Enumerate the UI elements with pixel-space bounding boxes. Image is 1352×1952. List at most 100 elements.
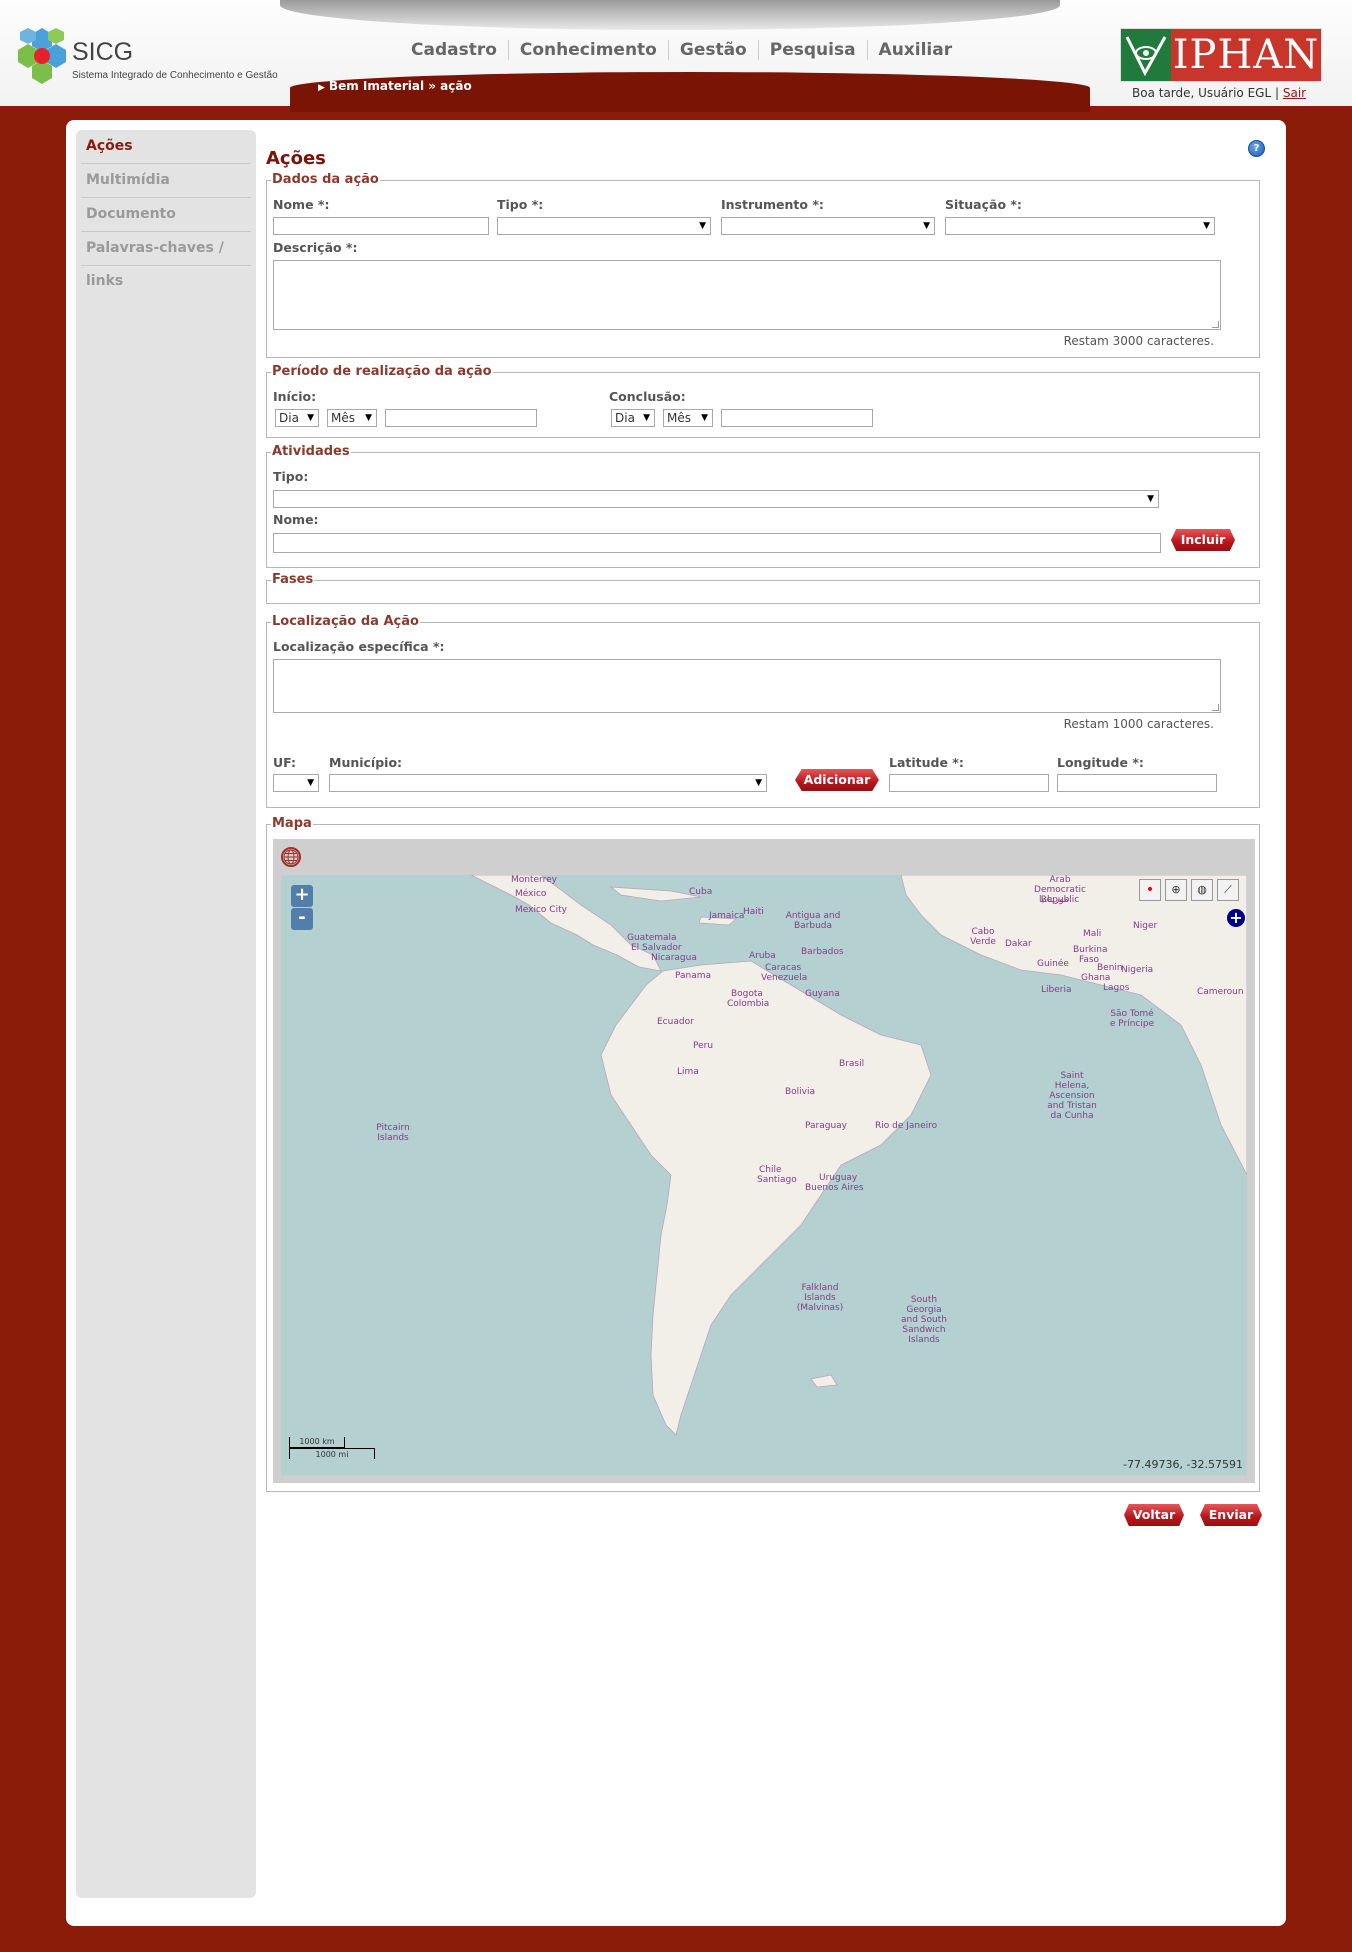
fases-fieldset: Fases (266, 572, 1260, 604)
map-label: Niger (1133, 921, 1158, 931)
map-label: Bolivia (785, 1087, 816, 1097)
sidebar-item-documento[interactable]: Documento (81, 198, 251, 232)
map-label: Rio de Janeiro (875, 1121, 938, 1131)
nav-pesquisa[interactable]: Pesquisa (759, 40, 868, 60)
instrumento-select[interactable]: ▼ (721, 217, 935, 235)
voltar-button[interactable]: Voltar (1124, 1504, 1184, 1526)
conclusao-label: Conclusão: (609, 389, 686, 404)
map-label: Buenos Aires (805, 1183, 864, 1193)
descricao-textarea[interactable] (273, 260, 1221, 330)
conclusao-mes-value: Mês (667, 411, 691, 425)
map-container: + - • ⊕ ◍ ⟋ + Monterrey México Mexico Ci… (273, 839, 1255, 1483)
chevron-down-icon: ▼ (1203, 221, 1210, 231)
atividades-legend: Atividades (271, 444, 351, 460)
map-label: Ecuador (657, 1017, 694, 1027)
periodo-legend: Período de realização da ação (271, 364, 493, 380)
conclusao-mes-select[interactable]: Mês ▼ (663, 409, 713, 427)
instrumento-label: Instrumento *: (721, 197, 824, 212)
breadcrumb-arrow-icon: ▶ (318, 83, 325, 93)
chevron-down-icon: ▼ (365, 413, 372, 423)
map-label: Guinée (1037, 959, 1069, 969)
longitude-input[interactable] (1057, 774, 1217, 792)
map-label: Benin (1097, 963, 1123, 973)
localizacao-especifica-textarea[interactable] (273, 659, 1221, 713)
sidebar: Ações Multimídia Documento Palavras-chav… (76, 130, 256, 1898)
enviar-button[interactable]: Enviar (1200, 1504, 1262, 1526)
tipo-select[interactable]: ▼ (497, 217, 711, 235)
chevron-down-icon: ▼ (307, 413, 314, 423)
header-decor-band (280, 0, 1060, 30)
mouse-coordinates: -77.49736, -32.57591 (1123, 1458, 1243, 1471)
nav-auxiliar[interactable]: Auxiliar (868, 40, 964, 60)
nav-conhecimento[interactable]: Conhecimento (509, 40, 669, 60)
atividade-nome-label: Nome: (273, 512, 319, 527)
inicio-label: Início: (273, 389, 317, 404)
zoom-out-button[interactable]: - (291, 908, 313, 930)
nav-cadastro[interactable]: Cadastro (400, 40, 509, 60)
conclusao-dia-select[interactable]: Dia ▼ (611, 409, 655, 427)
map-label: Barbados (801, 947, 844, 957)
inicio-ano-input[interactable] (385, 409, 537, 427)
zoom-in-button[interactable]: + (291, 885, 313, 907)
map-scale: 1000 km 1000 mi (289, 1437, 375, 1459)
sicg-logo[interactable]: SICG Sistema Integrado de Conhecimento e… (14, 26, 278, 88)
mapa-fieldset: Mapa + - • ⊕ ◍ ⟋ + Monterrey México Mexi… (266, 816, 1260, 1492)
atividade-tipo-select[interactable]: ▼ (273, 490, 1159, 508)
nome-label: Nome *: (273, 197, 330, 212)
greeting-text: Boa tarde, Usuário EGL (1132, 86, 1272, 100)
map-label: Jamaica (709, 911, 745, 921)
inicio-mes-select[interactable]: Mês ▼ (327, 409, 377, 427)
globe-icon[interactable] (281, 847, 301, 867)
map-label: Monterrey (511, 875, 557, 885)
inicio-dia-select[interactable]: Dia ▼ (275, 409, 319, 427)
map-label: Falkland Islands (Malvinas) (796, 1283, 844, 1313)
adicionar-button[interactable]: Adicionar (795, 769, 879, 791)
map-view[interactable]: + - • ⊕ ◍ ⟋ + Monterrey México Mexico Ci… (281, 875, 1247, 1475)
uf-label: UF: (273, 755, 297, 770)
chevron-down-icon: ▼ (701, 413, 708, 423)
iphan-logo-text: IPHAN (1171, 29, 1321, 81)
greeting-separator: | (1274, 86, 1280, 100)
dados-legend: Dados da ação (271, 172, 380, 188)
map-label: Uruguay (819, 1173, 858, 1183)
sidebar-item-acoes[interactable]: Ações (81, 130, 251, 164)
main-nav: Cadastro Conhecimento Gestão Pesquisa Au… (400, 40, 963, 60)
localizacao-counter: Restam 1000 caracteres. (1063, 717, 1214, 731)
zoom-box-icon[interactable]: ⊕ (1165, 879, 1187, 901)
situacao-select[interactable]: ▼ (945, 217, 1215, 235)
atividade-nome-input[interactable] (273, 533, 1161, 553)
sidebar-item-palavras-chaves[interactable]: Palavras-chaves / links (81, 232, 251, 289)
map-label: Lagos (1103, 983, 1130, 993)
breadcrumb: ▶ Bem Imaterial » ação (318, 79, 472, 93)
sidebar-item-multimidia[interactable]: Multimídia (81, 164, 251, 198)
point-tool-icon[interactable]: • (1139, 879, 1161, 901)
nome-input[interactable] (273, 217, 489, 235)
brand-subtitle: Sistema Integrado de Conhecimento e Gest… (72, 70, 278, 81)
user-greeting: Boa tarde, Usuário EGL | Sair (1132, 86, 1306, 100)
map-label: Mali (1083, 929, 1102, 939)
map-label: Cameroun (1197, 987, 1244, 997)
map-label: Caracas (765, 963, 802, 973)
help-icon[interactable]: ? (1248, 140, 1265, 157)
map-label: موريتانيا (1039, 895, 1069, 905)
measure-icon[interactable]: ⟋ (1217, 879, 1239, 901)
iphan-logo[interactable]: IPHAN (1120, 28, 1322, 82)
map-label: Antigua and Barbuda (785, 911, 841, 931)
conclusao-dia-value: Dia (615, 411, 635, 425)
map-label: Aruba (749, 951, 776, 961)
world-view-icon[interactable]: ◍ (1191, 879, 1213, 901)
site-header: SICG Sistema Integrado de Conhecimento e… (0, 0, 1352, 112)
nav-gestao[interactable]: Gestão (669, 40, 759, 60)
municipio-select[interactable]: ▼ (329, 774, 767, 792)
logout-link[interactable]: Sair (1283, 86, 1306, 100)
map-label: México (515, 889, 547, 899)
periodo-fieldset: Período de realização da ação Início: Di… (266, 364, 1260, 438)
layer-switcher-icon[interactable]: + (1227, 909, 1245, 927)
conclusao-ano-input[interactable] (721, 409, 873, 427)
page-title: Ações (266, 148, 326, 169)
dados-fieldset: Dados da ação Nome *: Tipo *: ▼ Instrume… (266, 172, 1260, 358)
localizacao-fieldset: Localização da Ação Localização específi… (266, 614, 1260, 808)
incluir-button[interactable]: Incluir (1171, 529, 1235, 551)
uf-select[interactable]: ▼ (273, 774, 319, 792)
latitude-input[interactable] (889, 774, 1049, 792)
